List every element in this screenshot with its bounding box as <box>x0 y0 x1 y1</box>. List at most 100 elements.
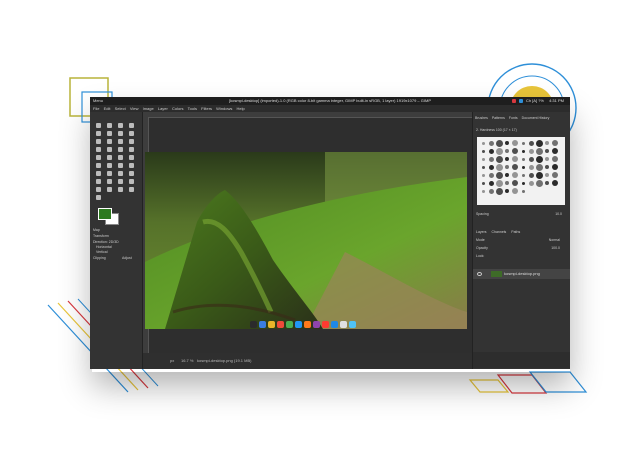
brush-preset[interactable] <box>488 188 494 194</box>
unified-transform-tool-icon[interactable] <box>116 138 125 145</box>
eye-icon[interactable] <box>477 272 482 276</box>
brush-preset[interactable] <box>495 187 503 195</box>
rect-select-tool-icon[interactable] <box>116 122 125 129</box>
ink-tool-icon[interactable] <box>105 170 114 177</box>
taskbar-app-icon[interactable] <box>321 320 329 328</box>
brushes-grid[interactable] <box>477 137 565 205</box>
taskbar-app-icon[interactable] <box>303 320 311 328</box>
mypaint-tool-icon[interactable] <box>116 170 125 177</box>
shear-tool-icon[interactable] <box>105 146 114 153</box>
brush-preset[interactable] <box>505 189 509 193</box>
brush-preset[interactable] <box>552 180 558 186</box>
brush-preset[interactable] <box>552 140 558 146</box>
brush-preset[interactable] <box>505 141 509 145</box>
brush-preset[interactable] <box>552 164 558 170</box>
brush-preset[interactable] <box>521 157 525 161</box>
tab-patterns[interactable]: Patterns <box>492 116 505 120</box>
paths-tool-icon[interactable] <box>105 186 114 193</box>
brush-preset[interactable] <box>481 141 485 145</box>
taskbar-app-icon[interactable] <box>285 320 293 328</box>
tab-document-history[interactable]: Document History <box>522 116 550 120</box>
brush-preset[interactable] <box>545 165 549 169</box>
dodge-tool-icon[interactable] <box>94 186 103 193</box>
tab-channels[interactable]: Channels <box>492 230 507 234</box>
brush-preset[interactable] <box>481 157 485 161</box>
zoom-select[interactable]: 16.7 % <box>181 353 193 369</box>
brush-preset[interactable] <box>488 148 494 154</box>
brush-preset[interactable] <box>505 165 509 169</box>
brush-preset[interactable] <box>528 180 534 186</box>
heal-tool-icon[interactable] <box>94 178 103 185</box>
taskbar-app-icon[interactable] <box>330 320 338 328</box>
paintbrush-tool-icon[interactable] <box>105 162 114 169</box>
brush-preset[interactable] <box>512 148 518 154</box>
brush-preset[interactable] <box>521 141 525 145</box>
menu-help[interactable]: Help <box>237 106 245 111</box>
brush-preset[interactable] <box>535 179 543 187</box>
canvas-image[interactable] <box>145 152 467 329</box>
menu-layer[interactable]: Layer <box>158 106 168 111</box>
spacing-value[interactable]: 10.0 <box>555 212 562 216</box>
clipping-select[interactable]: Adjust <box>122 256 132 260</box>
brush-preset[interactable] <box>528 172 534 178</box>
tab-fonts[interactable]: Fonts <box>509 116 518 120</box>
brush-preset[interactable] <box>552 156 558 162</box>
brush-preset[interactable] <box>545 181 549 185</box>
flip-tool-icon[interactable] <box>116 146 125 153</box>
brush-preset[interactable] <box>488 180 494 186</box>
brush-preset[interactable] <box>488 156 494 162</box>
taskbar-app-icon[interactable] <box>258 320 266 328</box>
brush-preset[interactable] <box>552 148 558 154</box>
color-swatches[interactable] <box>98 208 122 225</box>
measure-tool-icon[interactable] <box>127 186 136 193</box>
tray-icon[interactable] <box>518 98 523 103</box>
scale-tool-icon[interactable] <box>94 146 103 153</box>
brush-preset[interactable] <box>512 172 518 178</box>
taskbar-app-icon[interactable] <box>312 320 320 328</box>
layer-row[interactable]: kosmpi-desktop.png <box>473 269 570 279</box>
brush-preset[interactable] <box>505 181 509 185</box>
brush-preset[interactable] <box>521 149 525 153</box>
menu-colors[interactable]: Colors <box>172 106 184 111</box>
color-picker-tool-icon[interactable] <box>116 186 125 193</box>
free-select-tool-icon[interactable] <box>94 130 103 137</box>
brush-preset[interactable] <box>521 165 525 169</box>
brush-preset[interactable] <box>495 179 503 187</box>
cage-tool-icon[interactable] <box>94 154 103 161</box>
brush-preset[interactable] <box>528 156 534 162</box>
brush-preset[interactable] <box>545 141 549 145</box>
horizontal-ruler[interactable] <box>143 112 472 118</box>
brush-preset[interactable] <box>512 180 518 186</box>
eraser-tool-icon[interactable] <box>94 170 103 177</box>
move-tool-icon[interactable] <box>94 122 103 129</box>
brush-preset[interactable] <box>481 173 485 177</box>
brush-preset[interactable] <box>528 148 534 154</box>
taskbar-app-icon[interactable] <box>348 320 356 328</box>
brush-preset[interactable] <box>512 164 518 170</box>
brush-preset[interactable] <box>481 149 485 153</box>
brush-preset[interactable] <box>521 189 525 193</box>
align-tool-icon[interactable] <box>105 122 114 129</box>
horizontal-option[interactable]: Horizontal <box>96 245 112 249</box>
brush-preset[interactable] <box>528 140 534 146</box>
crop-tool-icon[interactable] <box>105 138 114 145</box>
rotate-tool-icon[interactable] <box>127 138 136 145</box>
opacity-value[interactable]: 100.0 <box>551 246 560 250</box>
brush-preset[interactable] <box>481 165 485 169</box>
tab-brushes[interactable]: Brushes <box>475 116 488 120</box>
brush-preset[interactable] <box>481 189 485 193</box>
fuzzy-select-tool-icon[interactable] <box>105 130 114 137</box>
menu-filters[interactable]: Filters <box>201 106 212 111</box>
menu-select[interactable]: Select <box>115 106 126 111</box>
by-color-select-tool-icon[interactable] <box>116 130 125 137</box>
brush-preset[interactable] <box>545 157 549 161</box>
taskbar-app-icon[interactable] <box>294 320 302 328</box>
brush-preset[interactable] <box>488 172 494 178</box>
brush-preset[interactable] <box>535 163 543 171</box>
brush-preset[interactable] <box>521 173 525 177</box>
warp-tool-icon[interactable] <box>105 154 114 161</box>
tab-layers[interactable]: Layers <box>476 230 487 234</box>
tab-paths[interactable]: Paths <box>511 230 520 234</box>
pencil-tool-icon[interactable] <box>116 162 125 169</box>
brush-preset[interactable] <box>481 181 485 185</box>
